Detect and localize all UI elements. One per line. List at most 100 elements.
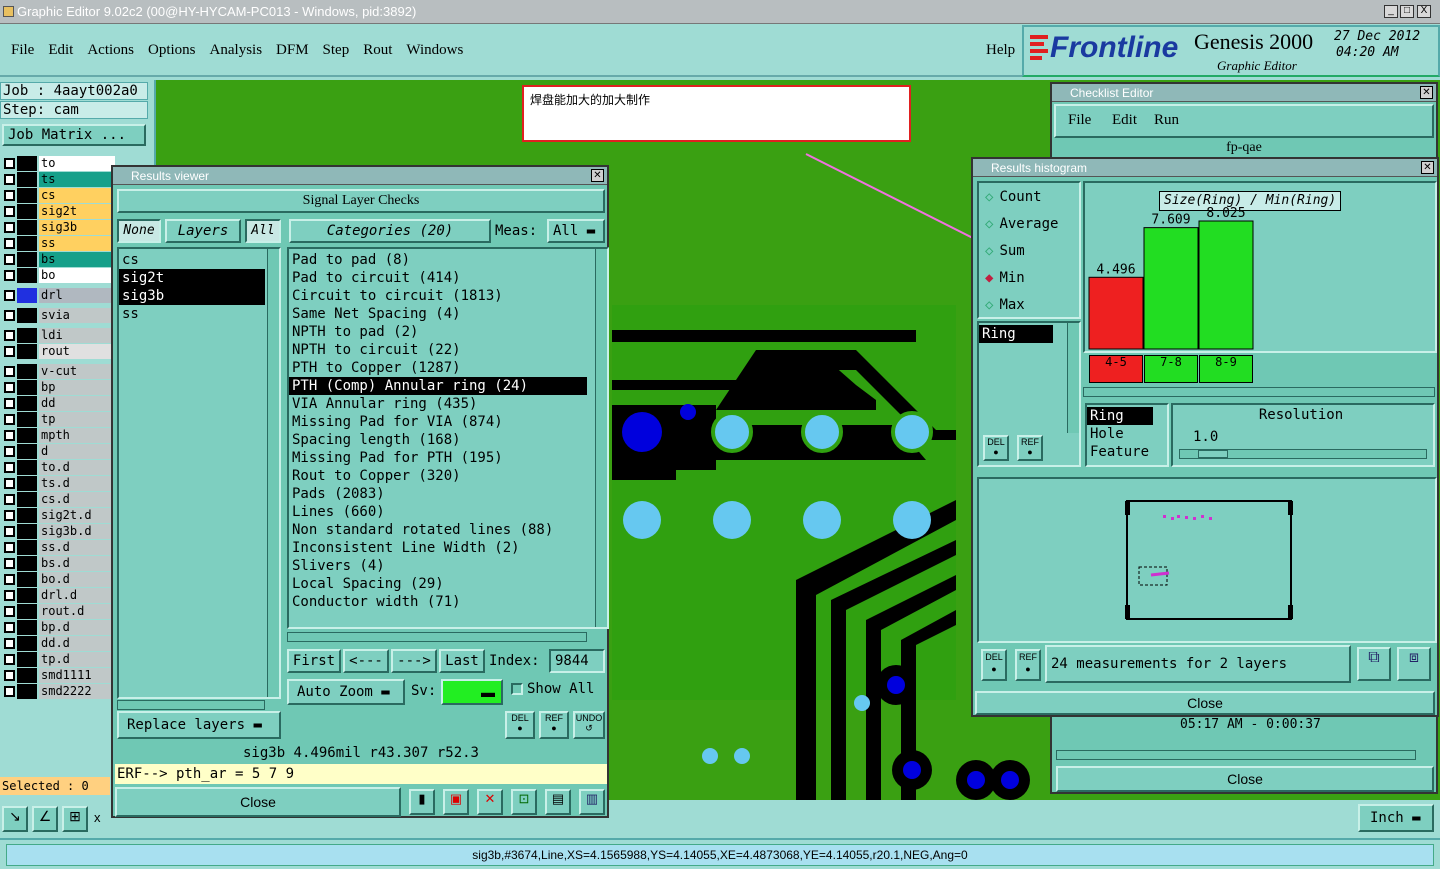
layer-checkbox[interactable] <box>4 494 15 505</box>
replace-layers-dropdown[interactable]: Replace layers ▬ <box>117 711 281 739</box>
prev-button[interactable]: <--- <box>343 649 389 673</box>
layer-row[interactable]: rout.d <box>4 604 115 619</box>
resolution-slider[interactable] <box>1179 449 1427 459</box>
checklist-close-button[interactable]: Close <box>1056 766 1434 792</box>
measure-tool-icon[interactable]: ∠ <box>32 806 58 832</box>
category-item[interactable]: VIA Annular ring (435) <box>289 395 587 413</box>
layer-list-hscrollbar[interactable] <box>117 700 265 710</box>
category-item[interactable]: PTH (Comp) Annular ring (24) <box>289 377 587 395</box>
last-button[interactable]: Last <box>439 649 485 673</box>
layer-row[interactable]: ss <box>4 236 115 251</box>
index-input[interactable]: 9844 <box>549 649 605 673</box>
layer-row[interactable]: cs.d <box>4 492 115 507</box>
layer-row[interactable]: ldi <box>4 328 115 343</box>
category-item[interactable]: Lines (660) <box>289 503 587 521</box>
layer-list-scrollbar[interactable] <box>267 249 279 697</box>
layer-row[interactable]: cs <box>4 188 115 203</box>
sort-list-box[interactable]: Ring Hole Feature <box>1085 403 1169 467</box>
layer-checkbox[interactable] <box>4 190 15 201</box>
layer-row[interactable]: tp <box>4 412 115 427</box>
category-item[interactable]: Pad to circuit (414) <box>289 269 587 287</box>
layer-checkbox[interactable] <box>4 270 15 281</box>
layer-checkbox[interactable] <box>4 606 15 617</box>
layer-row[interactable]: ss.d <box>4 540 115 555</box>
close-button[interactable]: X <box>1417 5 1431 18</box>
hist-del-button-2[interactable]: DEL ● <box>981 649 1007 681</box>
layer-checkbox[interactable] <box>4 158 15 169</box>
layer-row[interactable]: mpth <box>4 428 115 443</box>
layer-checkbox[interactable] <box>4 366 15 377</box>
histogram-close-button[interactable]: Close <box>975 691 1435 715</box>
layer-row[interactable]: sig3b <box>4 220 115 235</box>
category-item[interactable]: Non standard rotated lines (88) <box>289 521 587 539</box>
layer-checkbox[interactable] <box>4 558 15 569</box>
maximize-button[interactable]: □ <box>1400 5 1414 18</box>
layer-checkbox[interactable] <box>4 526 15 537</box>
layer-checkbox[interactable] <box>4 638 15 649</box>
categories-scrollbar[interactable] <box>595 249 607 627</box>
layer-row[interactable]: tp.d <box>4 652 115 667</box>
layer-row[interactable]: smd1111 <box>4 668 115 683</box>
sv-color-dropdown[interactable]: ▬ <box>441 679 503 705</box>
category-item[interactable]: Rout to Copper (320) <box>289 467 587 485</box>
stat-option-average[interactable]: ◇ Average <box>985 216 1058 232</box>
zoom-home-icon[interactable]: ⧈ <box>1397 647 1431 681</box>
category-item[interactable]: Pads (2083) <box>289 485 587 503</box>
stat-option-count[interactable]: ◇ Count <box>985 189 1042 205</box>
category-item[interactable]: Inconsistent Line Width (2) <box>289 539 587 557</box>
category-item[interactable]: PTH to Copper (1287) <box>289 359 587 377</box>
zoom-to-icon[interactable]: ⧉ <box>1357 647 1391 681</box>
layer-checkbox[interactable] <box>4 330 15 341</box>
layer-checkbox[interactable] <box>4 654 15 665</box>
grid-tool-icon[interactable]: ⊞ <box>62 806 88 832</box>
categories-hscrollbar[interactable] <box>287 632 587 642</box>
menu-rout[interactable]: Rout <box>363 42 392 59</box>
layer-row[interactable]: sig2t.d <box>4 508 115 523</box>
menu-file[interactable]: File <box>11 42 34 59</box>
category-item[interactable]: Missing Pad for VIA (874) <box>289 413 587 431</box>
highlight-icon[interactable]: ▣ <box>443 789 469 815</box>
checklist-menu-run[interactable]: Run <box>1154 112 1179 129</box>
sort-list-item[interactable]: Feature <box>1087 443 1153 461</box>
histogram-bar[interactable] <box>1198 220 1254 350</box>
hist-ref-button-2[interactable]: REF ● <box>1015 649 1041 681</box>
category-item[interactable]: Same Net Spacing (4) <box>289 305 587 323</box>
ref-button[interactable]: REF ● <box>539 711 569 739</box>
layer-checkbox[interactable] <box>4 398 15 409</box>
none-button[interactable]: None <box>117 219 161 243</box>
ring-list-scrollbar[interactable] <box>1067 323 1079 433</box>
histogram-icon[interactable]: ▥ <box>579 789 605 815</box>
menu-step[interactable]: Step <box>323 42 350 59</box>
ring-list-box[interactable]: Ring DEL ● REF ● <box>977 321 1081 467</box>
del-button[interactable]: DEL ● <box>505 711 535 739</box>
layer-row[interactable]: bs <box>4 252 115 267</box>
category-item[interactable]: Slivers (4) <box>289 557 587 575</box>
layer-row[interactable]: bp <box>4 380 115 395</box>
stat-option-sum[interactable]: ◇ Sum <box>985 243 1025 259</box>
results-viewer-close-icon[interactable]: ✕ <box>591 169 604 182</box>
layer-row[interactable]: rout <box>4 344 115 359</box>
category-item[interactable]: NPTH to circuit (22) <box>289 341 587 359</box>
layer-checkbox[interactable] <box>4 686 15 697</box>
layer-row[interactable]: dd.d <box>4 636 115 651</box>
histogram-bar[interactable] <box>1088 276 1144 350</box>
menu-options[interactable]: Options <box>148 42 196 59</box>
layer-row[interactable]: to.d <box>4 460 115 475</box>
histogram-category-label[interactable]: 8-9 <box>1199 355 1253 383</box>
stat-option-min[interactable]: ◆ Min <box>985 270 1025 286</box>
meas-dropdown[interactable]: All ▬ <box>547 219 605 243</box>
categories-list-box[interactable]: Pad to pad (8) Pad to circuit (414) Circui… <box>287 247 609 629</box>
layer-checkbox[interactable] <box>4 254 15 265</box>
layer-checkbox[interactable] <box>4 478 15 489</box>
layer-row[interactable]: drl <box>4 288 115 303</box>
layer-row[interactable]: smd2222 <box>4 684 115 699</box>
units-dropdown[interactable]: Inch ▬ <box>1358 804 1434 832</box>
select-tool-icon[interactable]: ↘ <box>2 806 28 832</box>
layer-list-box[interactable]: cs sig2t sig3b ss <box>117 247 281 699</box>
first-button[interactable]: First <box>287 649 341 673</box>
layer-checkbox[interactable] <box>4 446 15 457</box>
step-icon[interactable]: ⊡ <box>511 789 537 815</box>
undo-button[interactable]: UNDO ↺ <box>573 711 605 739</box>
histogram-bar[interactable] <box>1143 227 1199 350</box>
histogram-hscrollbar[interactable] <box>1083 387 1435 397</box>
